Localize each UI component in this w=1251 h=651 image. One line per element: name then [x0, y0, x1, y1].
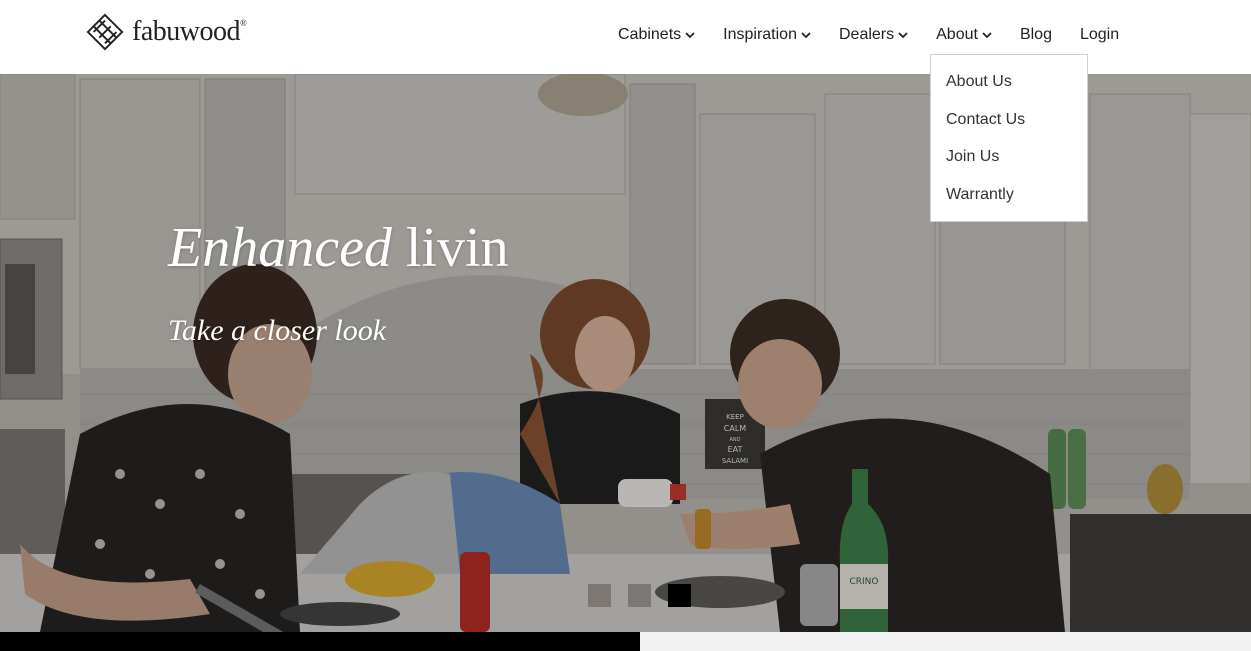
logo-text: fabuwood®: [132, 16, 247, 47]
dropdown-item-warranty[interactable]: Warrantly: [931, 186, 1087, 224]
logo[interactable]: fabuwood®: [86, 12, 247, 52]
dropdown-item-join-us[interactable]: Join Us: [931, 148, 1087, 186]
nav-login[interactable]: Login: [1080, 26, 1119, 44]
nav-about[interactable]: About: [936, 26, 992, 44]
bottom-bar-right: [640, 632, 1251, 651]
slide-dot-1[interactable]: [588, 584, 611, 607]
hero-headline: Enhanced livin: [168, 217, 509, 279]
chevron-down-icon: [801, 32, 811, 39]
chevron-down-icon: [685, 32, 695, 39]
dropdown-item-contact-us[interactable]: Contact Us: [931, 111, 1087, 149]
nav-dealers[interactable]: Dealers: [839, 26, 908, 44]
nav-inspiration[interactable]: Inspiration: [723, 26, 811, 44]
logo-diamond-icon: [86, 13, 124, 51]
nav-cabinets[interactable]: Cabinets: [618, 26, 695, 44]
slider-pagination: [588, 584, 708, 607]
dropdown-item-about-us[interactable]: About Us: [931, 73, 1087, 111]
main-nav: Cabinets Inspiration Dealers About Blog …: [618, 24, 1119, 46]
slide-dot-2[interactable]: [628, 584, 651, 607]
slide-dot-3[interactable]: [668, 584, 691, 607]
hero-subline[interactable]: Take a closer look: [168, 314, 386, 348]
bottom-bar-left: [0, 632, 640, 651]
nav-blog[interactable]: Blog: [1020, 26, 1052, 44]
chevron-down-icon: [898, 32, 908, 39]
chevron-down-icon: [982, 32, 992, 39]
about-dropdown-menu: About Us Contact Us Join Us Warrantly: [930, 54, 1088, 222]
